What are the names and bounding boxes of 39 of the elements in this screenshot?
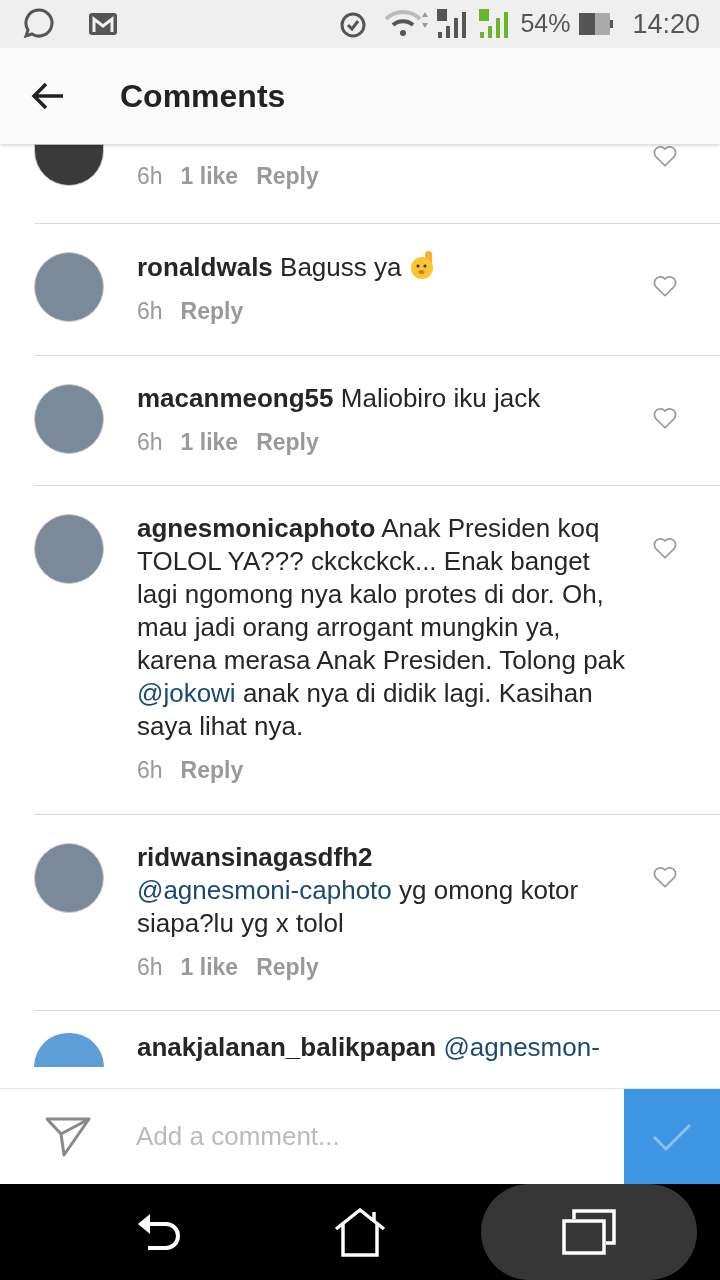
comment-input[interactable]: Add a comment... bbox=[136, 1117, 624, 1156]
reply-link[interactable]: Reply bbox=[256, 424, 319, 459]
home-button[interactable] bbox=[332, 1206, 388, 1258]
comment-time: 6h bbox=[137, 952, 163, 982]
like-count[interactable]: 1 like bbox=[180, 424, 239, 459]
mention-link[interactable]: @agnesmoni-caphoto bbox=[137, 874, 392, 905]
comment-time: 6h bbox=[137, 162, 163, 191]
reply-link[interactable]: Reply bbox=[180, 753, 244, 788]
heart-icon[interactable] bbox=[652, 144, 678, 168]
comment-text: agnesmonicaphoto Anak Presiden koq TOLOL YA??? ckckckck... Enak banget lagi ngomong nya kalo protes di dor. Oh, mau jadi orang arrogant mungkin ya, karena merasa Anak Presiden. Tolong pak @jokowi anak nya di didik lagi. Kasihan saya lihat nya. bbox=[137, 512, 627, 743]
heart-icon[interactable] bbox=[652, 864, 678, 889]
home-icon bbox=[334, 1207, 386, 1257]
clock-time: 14:20 bbox=[632, 7, 700, 41]
battery-percentage: 54% bbox=[520, 8, 571, 40]
reply-link[interactable]: Reply bbox=[180, 294, 244, 329]
comment-time: 6h bbox=[137, 297, 163, 326]
comment-time: 6h bbox=[137, 756, 163, 785]
comment-time: 6h bbox=[137, 427, 163, 457]
heart-icon[interactable] bbox=[652, 274, 678, 298]
recent-apps-icon bbox=[562, 1209, 616, 1255]
checkmark-icon bbox=[652, 1121, 692, 1152]
mail-icon bbox=[88, 11, 118, 37]
comment-text: ridwansinagasdfh2 @agnesmoni-caphoto yg omong kotor siapa?lu yg x tolol bbox=[137, 840, 580, 940]
like-count[interactable]: 1 like bbox=[180, 949, 239, 984]
comment-text: macanmeong55 Maliobiro iku jack bbox=[137, 381, 542, 415]
mention-link[interactable]: @agnesmon- bbox=[443, 1032, 600, 1062]
comment-text: ronaldwals Baguss ya bbox=[137, 250, 632, 284]
heart-icon[interactable] bbox=[652, 536, 678, 560]
like-count[interactable]: 1 like bbox=[180, 159, 239, 194]
mention-link[interactable]: @jokowi bbox=[137, 678, 236, 708]
avatar-photo-placeholder[interactable] bbox=[34, 144, 104, 186]
wifi-icon bbox=[384, 9, 431, 39]
page-title: Comments bbox=[120, 77, 286, 116]
reply-link[interactable]: Reply bbox=[256, 949, 319, 984]
battery-icon bbox=[578, 10, 615, 38]
comment-text: anakjalanan_balikpapan @agnesmon- bbox=[137, 1031, 601, 1064]
back-arrow-icon bbox=[31, 82, 65, 110]
heart-icon[interactable] bbox=[652, 405, 678, 430]
reply-link[interactable]: Reply bbox=[256, 159, 319, 194]
